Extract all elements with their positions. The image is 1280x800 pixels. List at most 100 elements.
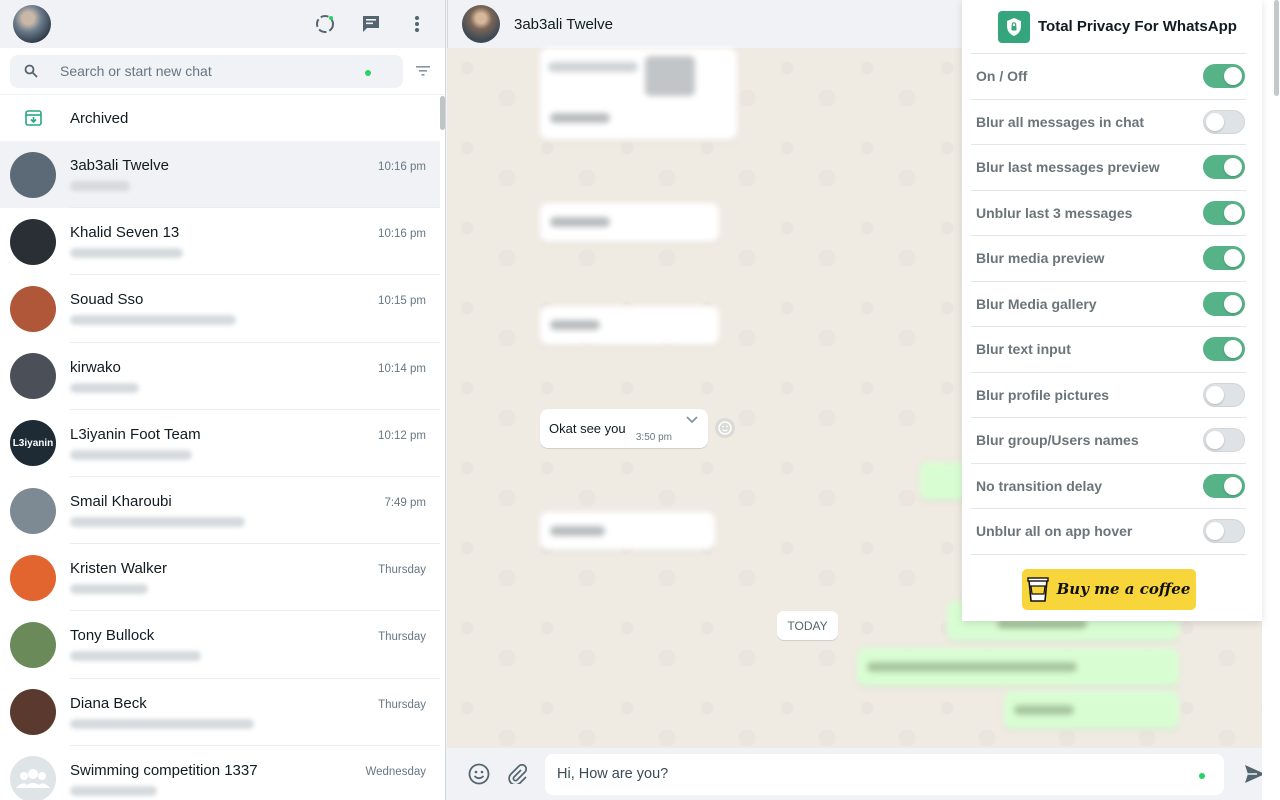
- privacy-option-row: Blur text input: [971, 327, 1246, 373]
- chat-name: Khalid Seven 13: [70, 224, 180, 242]
- shield-icon: [998, 10, 1030, 43]
- chat-avatar[interactable]: [10, 285, 56, 332]
- blurred-message-preview: [70, 517, 245, 528]
- blurred-message[interactable]: [540, 512, 715, 550]
- blurred-message-preview: [70, 584, 148, 595]
- chat-list-item[interactable]: L3iyanin L3iyanin Foot Team 10:12 pm: [0, 410, 440, 477]
- privacy-options: On / Off Blur all messages in chat Blur la…: [971, 54, 1246, 555]
- privacy-option-row: No transition delay: [971, 464, 1246, 509]
- chat-name: 3ab3ali Twelve: [70, 157, 169, 175]
- chat-list: 3ab3ali Twelve 10:16 pm Khalid Seven 13 10:…: [0, 141, 440, 800]
- coffee-cup-icon: [1026, 577, 1049, 602]
- chat-avatar[interactable]: [10, 554, 56, 601]
- privacy-option-toggle[interactable]: [1203, 155, 1245, 180]
- chat-list-item[interactable]: Swimming competition 1337 Wednesday: [0, 746, 440, 800]
- incoming-message[interactable]: Okat see you 3:50 pm: [540, 409, 708, 448]
- blurred-message[interactable]: [540, 306, 719, 345]
- privacy-option-label: Blur Media gallery: [976, 295, 1097, 312]
- filter-icon[interactable]: [413, 61, 433, 81]
- privacy-option-toggle[interactable]: [1203, 473, 1245, 498]
- attach-icon[interactable]: [505, 762, 529, 786]
- toggle-knob: [1224, 294, 1242, 313]
- emoji-reaction-icon[interactable]: [715, 418, 735, 438]
- chat-time: 10:12 pm: [378, 429, 426, 442]
- privacy-option-toggle[interactable]: [1203, 428, 1245, 453]
- archive-icon: [25, 110, 42, 126]
- chat-avatar[interactable]: [10, 353, 56, 400]
- toggle-knob: [1224, 203, 1242, 222]
- menu-icon[interactable]: [405, 12, 429, 36]
- privacy-option-toggle[interactable]: [1203, 337, 1245, 362]
- chat-list-item[interactable]: 3ab3ali Twelve 10:16 pm: [0, 141, 440, 209]
- chat-avatar[interactable]: [10, 689, 56, 736]
- privacy-option-toggle[interactable]: [1203, 246, 1245, 271]
- extension-indicator-dot: [1199, 772, 1205, 779]
- search-row: [0, 48, 445, 94]
- panel-scrollbar[interactable]: [1274, 0, 1279, 96]
- chat-time: Thursday: [378, 631, 426, 644]
- privacy-option-toggle[interactable]: [1203, 109, 1245, 134]
- my-profile-avatar[interactable]: [13, 5, 51, 43]
- privacy-option-toggle[interactable]: [1203, 382, 1245, 407]
- new-chat-icon[interactable]: [359, 12, 383, 36]
- blurred-media-message[interactable]: [540, 48, 737, 140]
- blurred-message-preview: [70, 382, 139, 393]
- chat-name: Diana Beck: [70, 694, 147, 712]
- extension-indicator-dot: [365, 69, 371, 76]
- chat-avatar[interactable]: [10, 151, 56, 198]
- chat-list-scrollbar[interactable]: [440, 96, 445, 130]
- search-icon: [24, 64, 38, 78]
- sidebar-header: [0, 0, 445, 48]
- privacy-option-toggle[interactable]: [1203, 200, 1245, 225]
- chat-list-item[interactable]: kirwako 10:14 pm: [0, 343, 440, 410]
- blurred-outgoing-message[interactable]: [857, 648, 1179, 686]
- message-input[interactable]: Hi, How are you?: [545, 753, 1224, 795]
- privacy-option-label: Blur all messages in chat: [976, 113, 1145, 130]
- privacy-option-toggle[interactable]: [1203, 519, 1245, 544]
- date-divider: TODAY: [777, 611, 838, 640]
- privacy-option-row: Blur group/Users names: [971, 418, 1246, 464]
- privacy-option-row: Blur last messages preview: [971, 145, 1246, 191]
- blurred-outgoing-message[interactable]: [1004, 691, 1179, 729]
- privacy-option-toggle[interactable]: [1203, 291, 1245, 316]
- chat-list-item[interactable]: Kristen Walker Thursday: [0, 544, 440, 612]
- chat-list-item[interactable]: Souad Sso 10:15 pm: [0, 275, 440, 343]
- chevron-down-icon[interactable]: [686, 416, 698, 424]
- privacy-option-label: On / Off: [976, 68, 1028, 85]
- privacy-option-label: No transition delay: [976, 477, 1103, 494]
- chat-list-item[interactable]: Khalid Seven 13 10:16 pm: [0, 208, 440, 276]
- toggle-knob: [1224, 158, 1242, 177]
- contact-avatar[interactable]: [462, 5, 500, 43]
- status-icon[interactable]: [313, 12, 337, 36]
- chat-avatar[interactable]: [10, 218, 56, 265]
- chat-list-item[interactable]: Tony Bullock Thursday: [0, 611, 440, 679]
- privacy-option-label: Unblur all on app hover: [976, 523, 1133, 540]
- privacy-option-row: Blur media preview: [971, 236, 1246, 282]
- panel-edge: [1262, 0, 1280, 800]
- blurred-message[interactable]: [540, 203, 719, 242]
- chat-avatar[interactable]: [10, 756, 56, 800]
- chat-avatar[interactable]: [10, 621, 56, 668]
- toggle-knob: [1206, 385, 1224, 404]
- privacy-option-label: Blur last messages preview: [976, 159, 1160, 176]
- buy-me-a-coffee-button[interactable]: Buy me a coffee: [1021, 568, 1196, 610]
- chat-time: Wednesday: [365, 765, 426, 778]
- search-box[interactable]: [10, 54, 403, 88]
- coffee-label: Buy me a coffee: [1056, 580, 1191, 598]
- blurred-message-preview: [70, 718, 254, 729]
- chat-list-pane: Archived 3ab3ali Twelve10:16 pmKhalid Se…: [0, 0, 446, 800]
- avatar-text: L3iyanin: [12, 437, 54, 449]
- search-input[interactable]: [60, 63, 387, 79]
- privacy-option-toggle[interactable]: [1203, 64, 1245, 89]
- chat-avatar[interactable]: [10, 487, 56, 534]
- chat-time: Thursday: [378, 564, 426, 577]
- archived-row[interactable]: Archived: [0, 94, 445, 141]
- chat-list-item[interactable]: Diana Beck Thursday: [0, 679, 440, 746]
- chat-avatar[interactable]: L3iyanin: [10, 420, 56, 467]
- chat-list-item[interactable]: Smail Kharoubi 7:49 pm: [0, 477, 440, 545]
- privacy-panel-title: Total Privacy For WhatsApp: [1038, 18, 1237, 35]
- emoji-icon[interactable]: [467, 762, 491, 786]
- blurred-message-preview: [70, 315, 236, 326]
- blurred-message-preview: [70, 248, 183, 259]
- privacy-option-row: Unblur last 3 messages: [971, 191, 1246, 236]
